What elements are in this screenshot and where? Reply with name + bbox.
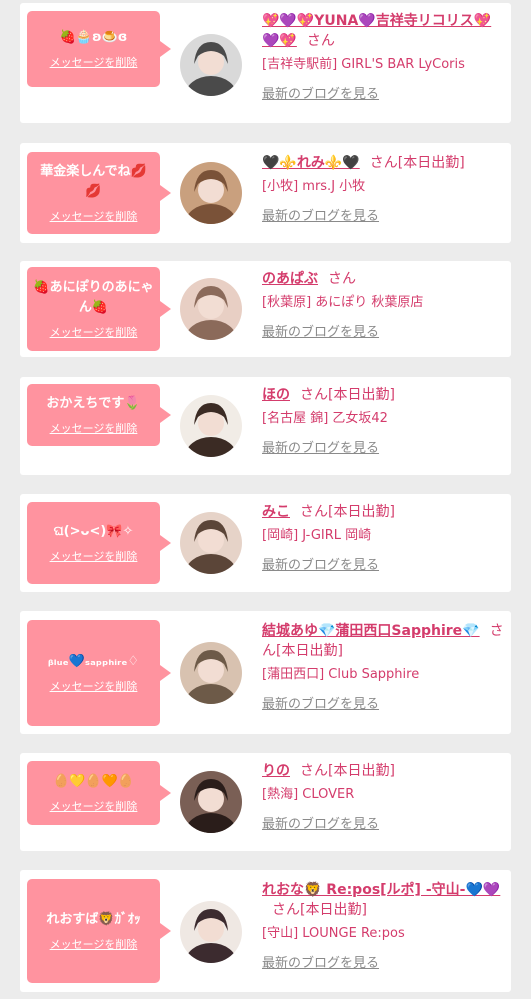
shop-info: [守山] LOUNGE Re:pos (262, 926, 405, 941)
shop-info: [熱海] CLOVER (262, 787, 355, 802)
shop-info: [吉祥寺駅前] GIRL'S BAR LyCoris (262, 57, 465, 72)
delete-message-link[interactable]: メッセージを削除 (50, 54, 138, 70)
shop-info: [岡崎] J-GIRL 岡崎 (262, 528, 372, 543)
cast-card: おかえちです🌷 メッセージを削除 ほの さん[本日出勤] [名古屋 錦] 乙女坂4… (20, 377, 511, 475)
avatar[interactable] (180, 34, 242, 96)
honorific: さん (328, 271, 356, 287)
favorite-cast-list: 🍓🧁ʚ🍮ɞ メッセージを削除 💖💜💖YUNA💜吉祥寺リコリス💖💜💖 さん [吉祥寺… (0, 0, 531, 999)
cast-card: ᵦₗᵤₑ💙ₛₐₚₚₕᵢᵣₑ♢ メッセージを削除 結城あゆ💎蒲田西口Sapphir… (20, 611, 511, 734)
avatar[interactable] (180, 642, 242, 704)
message-bubble: ଘ(>ᴗ<)🎀✧ メッセージを削除 (27, 502, 171, 584)
cast-name-link[interactable]: 💖💜💖YUNA💜吉祥寺リコリス💖💜💖 (262, 13, 491, 49)
honorific: さん (300, 763, 328, 779)
avatar[interactable] (180, 512, 242, 574)
shop-info: [秋葉原] あにぽり 秋葉原店 (262, 295, 424, 310)
message-bubble: 🥚💛🥚🧡🥚 メッセージを削除 (27, 761, 171, 825)
latest-blog-link[interactable]: 最新のブログを見る (262, 321, 379, 340)
honorific: さん (300, 387, 328, 403)
delete-message-link[interactable]: メッセージを削除 (50, 208, 138, 224)
delete-message-link[interactable]: メッセージを削除 (50, 324, 138, 340)
status-text: [本日出勤] (276, 643, 343, 659)
cast-card: 🍓🧁ʚ🍮ɞ メッセージを削除 💖💜💖YUNA💜吉祥寺リコリス💖💜💖 さん [吉祥寺… (20, 3, 511, 123)
message-bubble: ᵦₗᵤₑ💙ₛₐₚₚₕᵢᵣₑ♢ メッセージを削除 (27, 620, 171, 726)
cast-card: れおすば🦁ｶﾞｵｯ メッセージを削除 れおな🦁 Re:pos[ルポ] -守山-💙… (20, 870, 511, 992)
delete-message-link[interactable]: メッセージを削除 (50, 936, 138, 952)
message-text: ᵦₗᵤₑ💙ₛₐₚₚₕᵢᵣₑ♢ (47, 654, 140, 669)
latest-blog-link[interactable]: 最新のブログを見る (262, 83, 379, 102)
cast-card: 華金楽しんでね💋💋 メッセージを削除 🖤⚜️れみ⚜️🖤 さん[本日出勤] [小牧]… (20, 143, 511, 243)
message-bubble: 🍓🧁ʚ🍮ɞ メッセージを削除 (27, 11, 171, 87)
honorific: さん (300, 504, 328, 520)
cast-name-link[interactable]: のあぱぶ (262, 271, 318, 287)
latest-blog-link[interactable]: 最新のブログを見る (262, 693, 379, 712)
delete-message-link[interactable]: メッセージを削除 (50, 548, 138, 564)
cast-name-link[interactable]: みこ (262, 504, 290, 520)
status-text: [本日出勤] (300, 902, 367, 918)
status-text: [本日出勤] (328, 763, 395, 779)
cast-name-link[interactable]: 結城あゆ💎蒲田西口Sapphire💎 (262, 623, 480, 639)
shop-info: [小牧] mrs.J 小牧 (262, 179, 366, 194)
cast-info: れおな🦁 Re:pos[ルポ] -守山-💙💜 さん[本日出勤] [守山] LOUN… (262, 880, 507, 971)
message-bubble: 🍓あにぽりのあにゃん🍓 メッセージを削除 (27, 267, 171, 351)
latest-blog-link[interactable]: 最新のブログを見る (262, 554, 379, 573)
shop-info: [名古屋 錦] 乙女坂42 (262, 411, 388, 426)
message-bubble: おかえちです🌷 メッセージを削除 (27, 384, 171, 446)
cast-info: りの さん[本日出勤] [熱海] CLOVER 最新のブログを見る (262, 761, 507, 832)
cast-name-link[interactable]: れおな🦁 Re:pos[ルポ] -守山-💙💜 (262, 882, 500, 898)
cast-info: 💖💜💖YUNA💜吉祥寺リコリス💖💜💖 さん [吉祥寺駅前] GIRL'S BAR … (262, 11, 507, 102)
honorific: さん (306, 33, 335, 49)
message-bubble: 華金楽しんでね💋💋 メッセージを削除 (27, 152, 171, 234)
message-text: 🍓🧁ʚ🍮ɞ (59, 30, 128, 45)
status-text: [本日出勤] (397, 155, 465, 171)
message-text: 華金楽しんでね💋💋 (40, 164, 147, 199)
message-text: おかえちです🌷 (46, 396, 141, 411)
cast-card: ଘ(>ᴗ<)🎀✧ メッセージを削除 みこ さん[本日出勤] [岡崎] J-GIRL… (20, 494, 511, 592)
cast-card: 🥚💛🥚🧡🥚 メッセージを削除 りの さん[本日出勤] [熱海] CLOVER 最新… (20, 753, 511, 851)
message-text: 🍓あにぽりのあにゃん🍓 (33, 280, 154, 315)
cast-info: のあぱぶ さん [秋葉原] あにぽり 秋葉原店 最新のブログを見る (262, 269, 507, 340)
cast-info: 🖤⚜️れみ⚜️🖤 さん[本日出勤] [小牧] mrs.J 小牧 最新のブログを見る (262, 153, 507, 224)
avatar[interactable] (180, 395, 242, 457)
latest-blog-link[interactable]: 最新のブログを見る (262, 813, 379, 832)
message-text: 🥚💛🥚🧡🥚 (53, 774, 134, 789)
delete-message-link[interactable]: メッセージを削除 (50, 678, 138, 694)
message-text: れおすば🦁ｶﾞｵｯ (46, 912, 141, 927)
cast-info: 結城あゆ💎蒲田西口Sapphire💎 さん[本日出勤] [蒲田西口] Club S… (262, 621, 507, 712)
cast-name-link[interactable]: 🖤⚜️れみ⚜️🖤 (262, 155, 360, 171)
cast-name-link[interactable]: ほの (262, 387, 290, 403)
latest-blog-link[interactable]: 最新のブログを見る (262, 205, 379, 224)
cast-name-link[interactable]: りの (262, 763, 290, 779)
honorific: さん (369, 155, 398, 171)
status-text: [本日出勤] (328, 504, 395, 520)
avatar[interactable] (180, 162, 242, 224)
avatar[interactable] (180, 901, 242, 963)
honorific: さん (272, 902, 300, 918)
avatar[interactable] (180, 771, 242, 833)
cast-info: ほの さん[本日出勤] [名古屋 錦] 乙女坂42 最新のブログを見る (262, 385, 507, 456)
status-text: [本日出勤] (328, 387, 395, 403)
latest-blog-link[interactable]: 最新のブログを見る (262, 952, 379, 971)
message-text: ଘ(>ᴗ<)🎀✧ (53, 524, 134, 539)
message-bubble: れおすば🦁ｶﾞｵｯ メッセージを削除 (27, 879, 171, 983)
latest-blog-link[interactable]: 最新のブログを見る (262, 437, 379, 456)
cast-card: 🍓あにぽりのあにゃん🍓 メッセージを削除 のあぱぶ さん [秋葉原] あにぽり 秋… (20, 261, 511, 357)
avatar[interactable] (180, 278, 242, 340)
delete-message-link[interactable]: メッセージを削除 (50, 798, 138, 814)
delete-message-link[interactable]: メッセージを削除 (50, 420, 138, 436)
shop-info: [蒲田西口] Club Sapphire (262, 667, 420, 682)
cast-info: みこ さん[本日出勤] [岡崎] J-GIRL 岡崎 最新のブログを見る (262, 502, 507, 573)
